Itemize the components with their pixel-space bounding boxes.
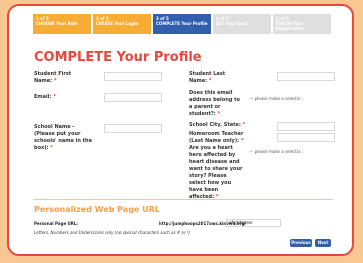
heart-question-label: Are you a heart hero affected by heart d… <box>189 145 245 201</box>
email-owner-label: Does this email address belong to a pare… <box>189 90 245 118</box>
required-mark: * <box>53 78 57 84</box>
first-name-label: Student First Name: * <box>34 71 84 85</box>
step-label: CREATE Your Login <box>96 21 139 26</box>
homeroom-label: Homeroom Teacher (Last Name only): * <box>189 131 245 145</box>
url-help-text: Letters, Numbers and Underscores only (n… <box>34 230 190 235</box>
homeroom-text: Homeroom Teacher (Last Name only): <box>189 131 244 144</box>
required-mark: * <box>240 138 244 144</box>
step-choose-role[interactable]: 1 of 5 CHOOSE Your Role <box>33 14 91 34</box>
required-mark: * <box>242 122 246 128</box>
school-city-text: School City, State: <box>189 122 241 128</box>
registration-card: 1 of 5 CHOOSE Your Role 2 of 5 CREATE Yo… <box>7 4 354 256</box>
step-finish-registration: 5 of 5 FINISH Your Registration <box>273 14 331 34</box>
step-set-goal: 4 of 5 SET Your Goal <box>213 14 271 34</box>
school-name-label: School Name - (Please put your schools' … <box>34 124 92 152</box>
progress-steps: 1 of 5 CHOOSE Your Role 2 of 5 CREATE Yo… <box>33 14 331 34</box>
section-divider <box>33 199 333 200</box>
email-owner-text: Does this email address belong to a pare… <box>189 90 240 117</box>
email-owner-select[interactable]: --- please make a selectio ; <box>249 96 303 101</box>
page-title: COMPLETE Your Profile <box>34 50 202 65</box>
homeroom-input[interactable] <box>277 133 335 142</box>
next-button[interactable]: Next <box>315 239 331 247</box>
required-mark: * <box>50 145 53 151</box>
school-city-label: School City, State: * <box>189 122 269 129</box>
step-label: SET Your Goal <box>216 21 248 26</box>
email-text: Email: <box>34 94 52 100</box>
personal-page-url-label: Personal Page URL: <box>34 221 79 226</box>
step-label: CHOOSE Your Role <box>36 21 78 26</box>
school-name-text: School Name - (Please put your schools' … <box>34 124 92 151</box>
previous-button[interactable]: Previous <box>290 239 312 247</box>
required-mark: * <box>208 78 212 84</box>
required-mark: * <box>53 94 56 100</box>
first-name-input[interactable] <box>104 72 162 81</box>
heart-question-select[interactable]: --- please make a selectio ; <box>249 149 303 154</box>
step-label: COMPLETE Your Profile <box>156 21 208 26</box>
school-name-input[interactable] <box>104 124 162 133</box>
required-mark: * <box>217 111 221 117</box>
school-city-input[interactable] <box>277 122 335 131</box>
personalized-url-heading: Personalized Web Page URL <box>34 205 160 214</box>
email-input[interactable] <box>104 93 162 102</box>
heart-question-text: Are you a heart hero affected by heart d… <box>189 145 243 200</box>
first-name-text: Student First Name: <box>34 71 72 84</box>
last-name-text: Student Last Name: <box>189 71 226 84</box>
last-name-input[interactable] <box>277 72 335 81</box>
step-complete-profile[interactable]: 3 of 5 COMPLETE Your Profile <box>153 14 211 34</box>
email-label: Email: * <box>34 94 84 101</box>
last-name-label: Student Last Name: * <box>189 71 239 85</box>
personal-page-url-input[interactable]: afgdsfgeeer <box>226 219 281 227</box>
step-create-login[interactable]: 2 of 5 CREATE Your Login <box>93 14 151 34</box>
step-label: FINISH Your Registration <box>276 21 304 31</box>
